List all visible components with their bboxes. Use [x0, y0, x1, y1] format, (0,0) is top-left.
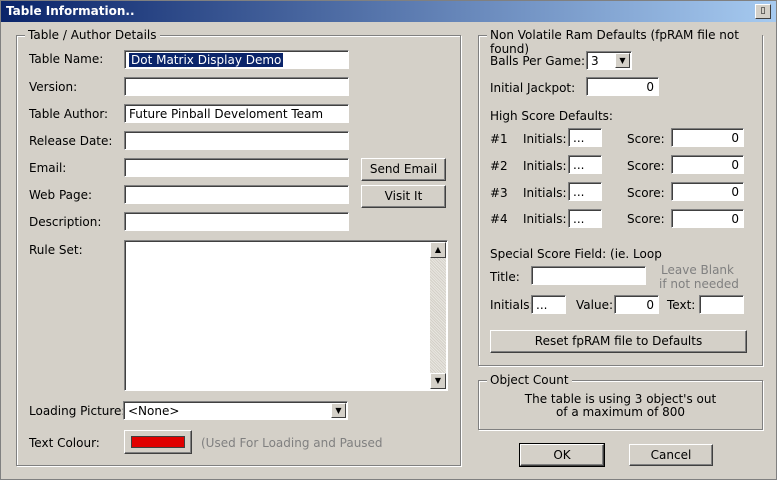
cancel-button[interactable]: Cancel: [629, 444, 713, 466]
object-count-line2: of a maximum of 800: [555, 405, 686, 419]
window-title: Table Information..: [6, 4, 135, 18]
email-label: Email:: [29, 161, 67, 175]
special-text-field[interactable]: [699, 295, 744, 314]
rule-set-textarea[interactable]: ▲ ▼: [124, 240, 448, 391]
scroll-up-icon[interactable]: ▲: [430, 242, 446, 258]
balls-per-game-select[interactable]: 3 ▼: [586, 51, 632, 70]
high-score-initials-field[interactable]: ...: [568, 209, 602, 228]
text-colour-note: (Used For Loading and Paused: [201, 436, 383, 450]
description-label: Description:: [29, 215, 102, 229]
colour-swatch: [131, 436, 185, 448]
object-count-line1: The table is using 3 object's out: [524, 392, 717, 406]
high-score-rank: #1: [490, 132, 508, 146]
special-initials-label: Initials:: [490, 298, 534, 312]
high-score-initials-field[interactable]: ...: [568, 182, 602, 201]
special-title-label: Title:: [490, 270, 520, 284]
high-score-score-field[interactable]: 0: [671, 209, 744, 228]
table-name-value: Dot Matrix Display Demo: [129, 53, 284, 67]
balls-per-game-label: Balls Per Game:: [490, 54, 586, 68]
special-initials-field[interactable]: ...: [531, 295, 566, 314]
table-information-dialog: Table Information.. ▯ Table / Author Det…: [0, 0, 777, 480]
score-label: Score:: [627, 186, 665, 200]
title-bar: Table Information.. ▯: [1, 1, 776, 22]
description-field[interactable]: [124, 212, 349, 231]
chevron-down-icon[interactable]: ▼: [615, 53, 630, 68]
high-score-rank: #2: [490, 159, 508, 173]
special-text-label: Text:: [667, 298, 696, 312]
release-date-field[interactable]: [124, 131, 349, 150]
table-author-field[interactable]: Future Pinball Develoment Team: [124, 104, 349, 123]
special-value-label: Value:: [576, 298, 613, 312]
initial-jackpot-field[interactable]: 0: [586, 77, 659, 96]
high-score-initials-field[interactable]: ...: [568, 128, 602, 147]
table-author-legend: Table / Author Details: [25, 28, 160, 42]
special-score-field-label: Special Score Field: (ie. Loop: [490, 247, 662, 261]
high-score-rank: #4: [490, 212, 508, 226]
release-date-label: Release Date:: [29, 134, 113, 148]
initials-label: Initials:: [523, 212, 567, 226]
text-colour-label: Text Colour:: [29, 436, 100, 450]
table-name-field[interactable]: Dot Matrix Display Demo: [124, 50, 349, 69]
visit-it-button[interactable]: Visit It: [361, 185, 446, 208]
balls-per-game-value: 3: [591, 54, 599, 68]
initials-label: Initials:: [523, 186, 567, 200]
high-score-defaults-label: High Score Defaults:: [490, 109, 613, 123]
web-page-label: Web Page:: [29, 188, 93, 202]
rule-set-scrollbar[interactable]: ▲ ▼: [430, 242, 446, 389]
version-field[interactable]: [124, 77, 349, 96]
high-score-score-field[interactable]: 0: [671, 155, 744, 174]
initials-label: Initials:: [523, 132, 567, 146]
special-title-field[interactable]: [531, 266, 646, 285]
special-value-field[interactable]: 0: [614, 295, 659, 314]
high-score-score-field[interactable]: 0: [671, 182, 744, 201]
ok-button[interactable]: OK: [519, 443, 605, 467]
score-label: Score:: [627, 212, 665, 226]
version-label: Version:: [29, 80, 78, 94]
loading-picture-select[interactable]: <None> ▼: [123, 401, 348, 420]
initial-jackpot-label: Initial Jackpot:: [490, 81, 576, 95]
loading-picture-value: <None>: [128, 404, 180, 418]
high-score-rank: #3: [490, 186, 508, 200]
table-name-label: Table Name:: [29, 52, 104, 66]
web-page-field[interactable]: [124, 185, 349, 204]
rule-set-label: Rule Set:: [29, 243, 83, 257]
scroll-down-icon[interactable]: ▼: [430, 373, 446, 389]
score-label: Score:: [627, 132, 665, 146]
reset-fpram-button[interactable]: Reset fpRAM file to Defaults: [490, 330, 747, 353]
leave-blank-note: Leave Blank: [661, 263, 734, 277]
table-author-label: Table Author:: [29, 107, 109, 121]
score-label: Score:: [627, 159, 665, 173]
send-email-button[interactable]: Send Email: [361, 158, 446, 181]
text-colour-button[interactable]: [124, 430, 192, 454]
object-count-legend: Object Count: [487, 373, 572, 387]
if-not-needed-note: if not needed: [659, 277, 739, 291]
close-icon[interactable]: ▯: [755, 4, 771, 19]
high-score-score-field[interactable]: 0: [671, 128, 744, 147]
chevron-down-icon[interactable]: ▼: [331, 403, 346, 418]
email-field[interactable]: [124, 158, 349, 177]
initials-label: Initials:: [523, 159, 567, 173]
loading-picture-label: Loading Picture:: [29, 404, 126, 418]
high-score-initials-field[interactable]: ...: [568, 155, 602, 174]
